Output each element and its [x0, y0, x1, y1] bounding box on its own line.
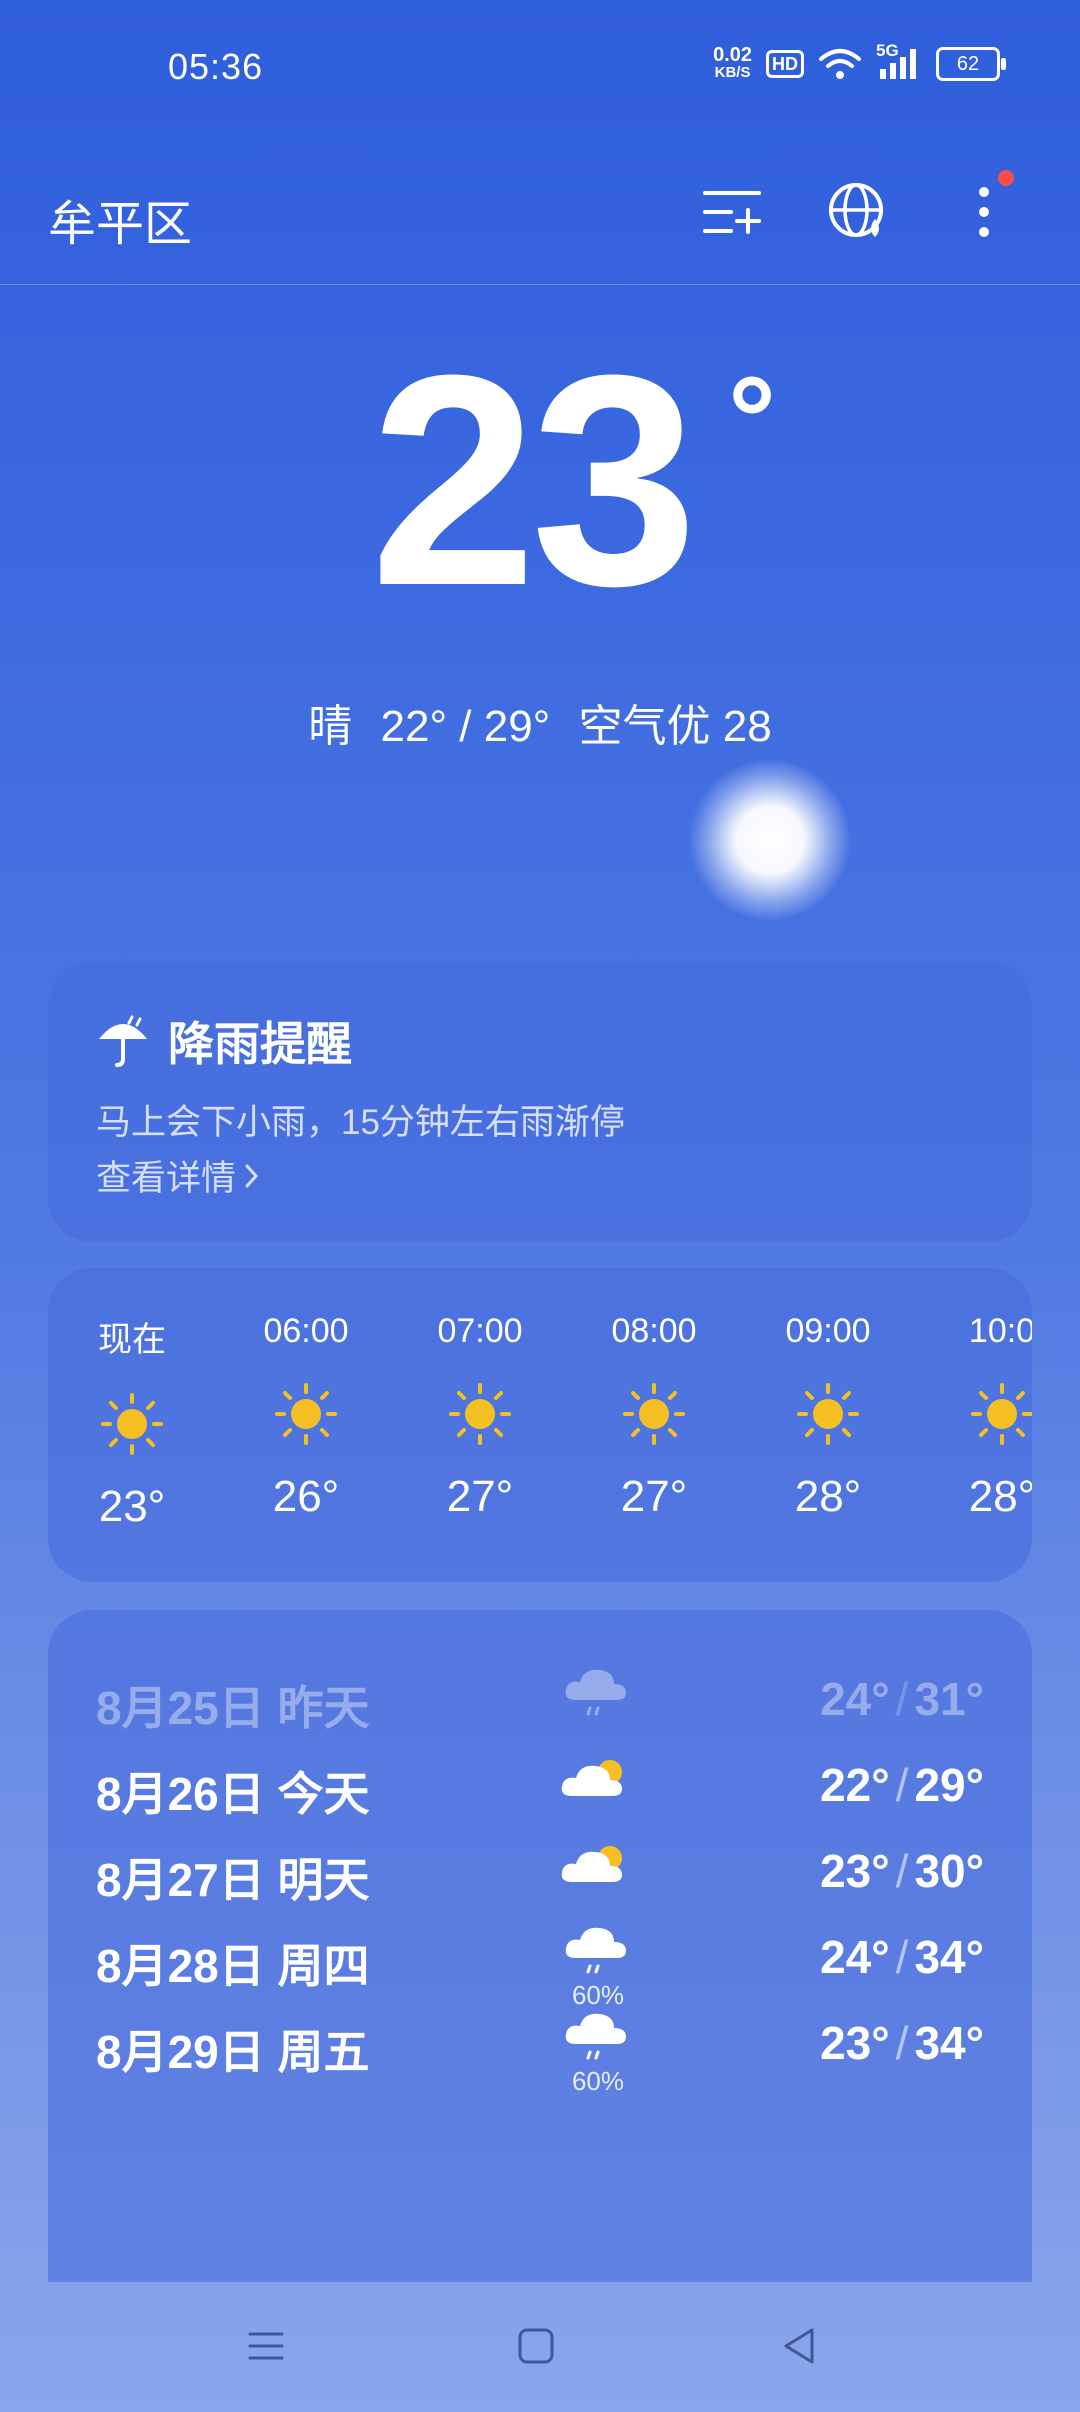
current-summary: 晴 22° / 29° 空气优 28: [0, 690, 1080, 754]
temperature-degree-sign: °: [728, 352, 776, 486]
partly-cloudy-icon: [561, 1760, 622, 1796]
daily-date: 8月27日 明天: [96, 1854, 370, 1906]
globe-icon[interactable]: [824, 178, 892, 246]
hour-temp: 27°: [620, 1472, 688, 1521]
net-speed: 0.02 KB/S: [713, 44, 752, 82]
battery-level: 62: [956, 52, 980, 75]
sun-icon: [797, 1383, 859, 1445]
current-temp-range: 22° / 29°: [380, 702, 551, 751]
daily-row[interactable]: 8月26日 今天 22°/29°: [48, 1740, 1032, 1840]
daily-temp: 23°/34°: [820, 2017, 984, 2069]
city-list-add-icon[interactable]: [698, 178, 766, 246]
daily-row[interactable]: 8月25日 昨天 24°/31°: [48, 1654, 1032, 1754]
sun-icon: [449, 1383, 511, 1445]
current-condition: 晴: [308, 702, 353, 751]
hour-time: 08:00: [611, 1312, 697, 1350]
status-icons: 0.02 KB/S HD 5G 62: [713, 41, 1006, 82]
rain-alert-link-label: 查看详情: [96, 1159, 237, 1198]
back-icon[interactable]: [770, 2316, 830, 2376]
hour-time: 现在: [98, 1321, 166, 1359]
daily-row[interactable]: 8月29日 周五 60% 23°/34°: [48, 1998, 1032, 2098]
daily-row[interactable]: 8月28日 周四 60% 24°/34°: [48, 1912, 1032, 2012]
menu-icon[interactable]: [236, 2316, 296, 2376]
status-time: 05:36: [168, 46, 264, 87]
hourly-item: 08:00 27°: [584, 1312, 724, 1522]
hourly-item: 06:00 26°: [236, 1312, 376, 1522]
notification-dot: [998, 170, 1014, 186]
hour-temp: 26°: [272, 1472, 340, 1521]
hour-temp: 28°: [968, 1472, 1032, 1521]
net-speed-value: 0.02: [713, 44, 752, 66]
sun-icon: [623, 1383, 685, 1445]
daily-date: 8月28日 周四: [96, 1940, 370, 1992]
sun-icon: [275, 1383, 337, 1445]
battery-icon: 62: [936, 47, 1006, 81]
hourly-item: 10:0 28°: [932, 1312, 1032, 1522]
hourly-forecast[interactable]: 现在 23° 06:00 26° 07:00 27° 08:00 27° 09:…: [48, 1268, 1032, 1582]
hd-icon: HD: [766, 50, 804, 78]
more-icon[interactable]: [950, 170, 1018, 246]
hourly-item: 现在 23°: [62, 1312, 202, 1532]
rain-alert-title: 降雨提醒: [168, 1018, 352, 1070]
hour-time: 06:00: [263, 1312, 349, 1350]
hour-temp: 23°: [98, 1482, 166, 1531]
umbrella-rain-icon: [99, 1015, 147, 1067]
daily-temp: 24°/34°: [820, 1931, 984, 1983]
app-header: 牟平区: [0, 140, 1080, 285]
daily-row[interactable]: 8月27日 明天 23°/30°: [48, 1826, 1032, 1926]
sun-illustration: [690, 760, 850, 920]
hour-temp: 28°: [794, 1472, 862, 1521]
hour-time: 09:00: [785, 1312, 871, 1350]
daily-temp: 24°/31°: [820, 1673, 984, 1725]
daily-precip: 60%: [571, 2066, 625, 2096]
hourly-item: 07:00 27°: [410, 1312, 550, 1522]
sun-icon: [971, 1383, 1032, 1445]
hourly-item: 09:00 28°: [758, 1312, 898, 1522]
daily-date: 8月25日 昨天: [96, 1682, 370, 1734]
cell-signal-icon: 5G: [876, 41, 922, 81]
partly-cloudy-icon: [561, 1846, 622, 1882]
daily-temp: 22°/29°: [820, 1759, 984, 1811]
daily-date: 8月29日 周五: [96, 2026, 370, 2078]
hour-time: 07:00: [437, 1312, 523, 1350]
daily-forecast[interactable]: 8月25日 昨天 24°/31° 8月26日 今天 22°/29° 8月27日 …: [48, 1610, 1032, 2282]
navigation-bar: [0, 2282, 1080, 2412]
chevron-right-icon: [245, 1164, 259, 1187]
daily-date: 8月26日 今天: [96, 1768, 370, 1820]
hour-time: 10:0: [968, 1312, 1032, 1350]
rain-alert-card[interactable]: 降雨提醒 马上会下小雨，15分钟左右雨渐停 查看详情: [48, 962, 1032, 1242]
status-bar: 05:36 0.02 KB/S HD 5G 62: [0, 0, 1080, 140]
wifi-icon: [819, 49, 861, 79]
rain-cloud-icon: [565, 2013, 626, 2060]
net-speed-unit: KB/S: [714, 64, 751, 81]
hour-temp: 27°: [446, 1472, 514, 1521]
air-quality[interactable]: 空气优 28: [579, 702, 772, 751]
rain-cloud-icon: [565, 1669, 626, 1716]
rain-alert-description: 马上会下小雨，15分钟左右雨渐停: [96, 1103, 625, 1142]
current-temperature: 23: [370, 312, 698, 648]
city-name[interactable]: 牟平区: [48, 184, 192, 254]
sun-icon: [101, 1393, 163, 1455]
rain-alert-header: 降雨提醒: [96, 1008, 352, 1074]
rain-alert-details-link[interactable]: 查看详情: [96, 1150, 260, 1201]
rain-cloud-icon: [565, 1927, 626, 1974]
daily-temp: 23°/30°: [820, 1845, 984, 1897]
home-icon[interactable]: [506, 2316, 566, 2376]
